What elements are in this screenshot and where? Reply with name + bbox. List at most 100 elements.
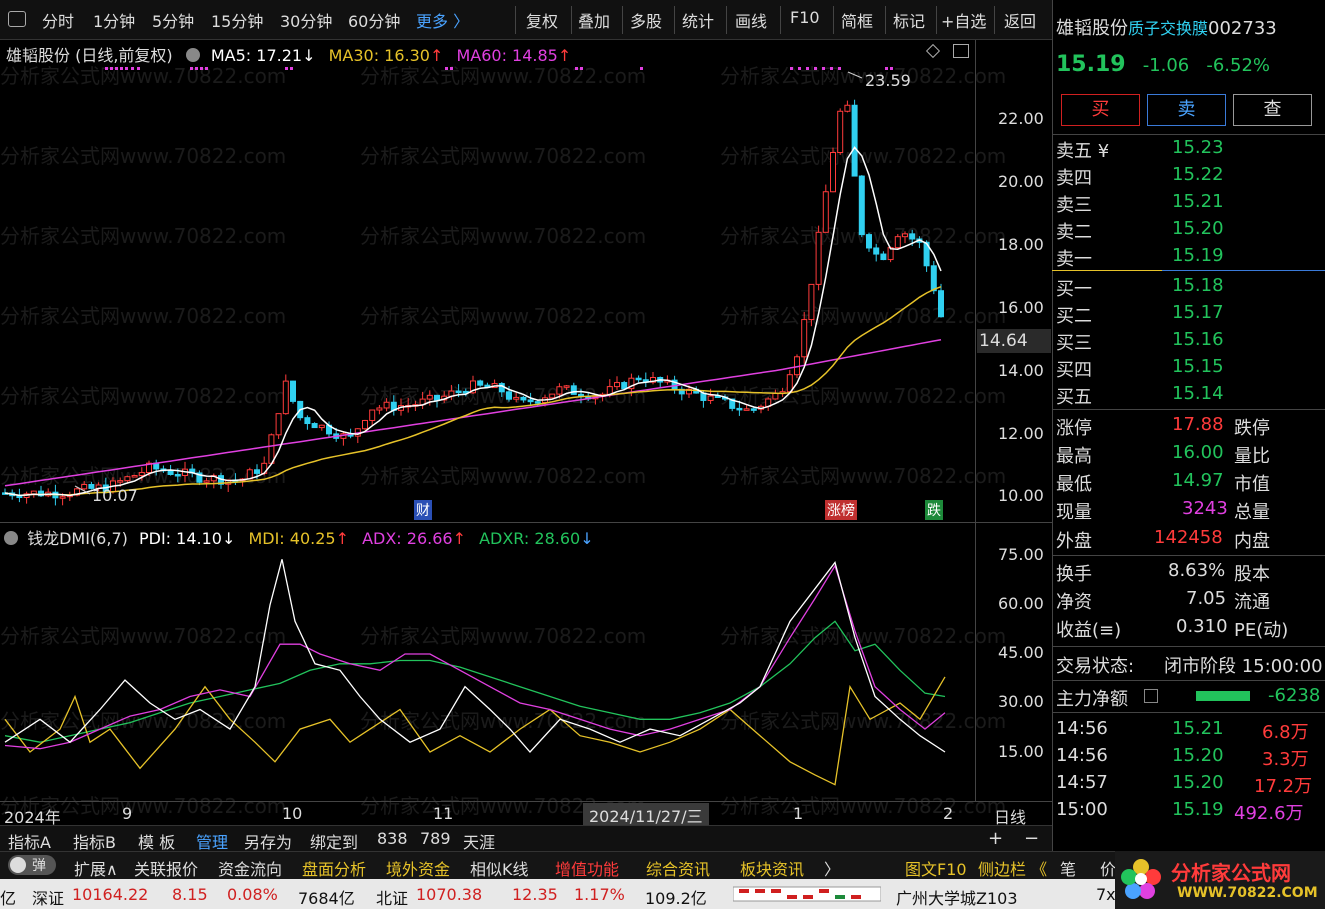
tab-838[interactable]: 838 (377, 829, 408, 848)
nav-capital-flow[interactable]: 资金流向 (218, 856, 282, 880)
marker-financial[interactable]: 财 (414, 500, 432, 520)
candle-body (894, 236, 901, 249)
candle-body (830, 152, 836, 193)
tab-bind-to[interactable]: 绑定到 (310, 829, 358, 853)
sell-button[interactable]: 卖 (1147, 94, 1226, 126)
nav-price[interactable]: 价 (1100, 856, 1116, 880)
divider (1052, 646, 1325, 647)
list-icon[interactable] (1144, 689, 1158, 703)
x-label: 1 (793, 804, 804, 823)
signal-dot (205, 67, 208, 70)
toggle-label: 弹 (32, 858, 46, 874)
f10-button[interactable]: F10 (790, 8, 820, 27)
tab-manage[interactable]: 管理 (196, 829, 228, 853)
nav-f10-graphic[interactable]: 图文F10 (905, 856, 967, 880)
tab-tianya[interactable]: 天涯 (463, 829, 495, 853)
tab-indicator-a[interactable]: 指标A (8, 829, 51, 853)
candle-body (59, 496, 66, 499)
signal-dot (822, 67, 825, 70)
add-watchlist-button[interactable]: +自选 (941, 8, 986, 32)
marker-drop[interactable]: 跌 (925, 500, 943, 520)
y-tick: 60.00 (998, 594, 1044, 613)
nav-note[interactable]: 笔 (1060, 856, 1076, 880)
signal-dot (790, 67, 793, 70)
back-button[interactable]: 返回 (1004, 8, 1036, 32)
y-tick: 16.00 (998, 298, 1044, 317)
panel-toggle-icon[interactable] (8, 11, 26, 27)
signal-dot (885, 67, 888, 70)
tab-15min[interactable]: 15分钟 (211, 8, 263, 32)
nav-expand[interactable]: 扩展∧ (74, 856, 118, 880)
tab-5min[interactable]: 5分钟 (152, 8, 194, 32)
candle-body (290, 380, 296, 402)
candle-body (138, 472, 145, 477)
sz-value: 10164.22 (72, 885, 149, 904)
nav-related-quote[interactable]: 关联报价 (134, 856, 198, 880)
nav-foreign-capital[interactable]: 境外资金 (386, 856, 450, 880)
current-price-tag: 14.64 (977, 329, 1051, 353)
ask-price: 15.19 (1172, 245, 1224, 266)
tab-60min[interactable]: 60分钟 (348, 8, 400, 32)
nav-news[interactable]: 综合资讯 (646, 856, 710, 880)
signal-dot (838, 67, 841, 70)
candle-body (124, 476, 131, 482)
bid-label: 买一 (1056, 279, 1092, 300)
bid-label: 买三 (1056, 333, 1092, 354)
y-tick: 10.00 (998, 486, 1044, 505)
nav-sector-news[interactable]: 板块资讯 (740, 856, 804, 880)
bid-price: 15.16 (1172, 329, 1224, 350)
nav-more[interactable]: 〉 (824, 856, 840, 880)
zoom-in-button[interactable]: + (988, 828, 1003, 849)
candle-body (254, 469, 260, 474)
x-axis: 2024年 9 10 11 2024/11/27/三 1 2 日线 (0, 801, 1052, 827)
tab-fenshi[interactable]: 分时 (42, 8, 74, 32)
bz-value: 1070.38 (416, 885, 483, 904)
simple-frame-button[interactable]: 简框 (841, 8, 873, 32)
overlay-button[interactable]: 叠加 (578, 8, 610, 32)
nav-similar-k[interactable]: 相似K线 (470, 856, 529, 880)
sz-pct: 0.08% (227, 885, 278, 904)
stats-button[interactable]: 统计 (682, 8, 714, 32)
zoom-out-button[interactable]: − (1024, 828, 1039, 849)
signal-dot (640, 67, 643, 70)
tab-1min[interactable]: 1分钟 (93, 8, 135, 32)
marker-limit-up[interactable]: 涨榜 (825, 500, 857, 520)
nav-market-analysis[interactable]: 盘面分析 (302, 856, 366, 880)
concept-tag[interactable]: 质子交换膜 (1128, 19, 1208, 38)
candle-body (268, 434, 275, 464)
signal-dot (125, 67, 128, 70)
signal-dot (798, 67, 801, 70)
flower-logo-icon (1121, 859, 1161, 899)
signal-dot (137, 67, 140, 70)
tab-template[interactable]: 模 板 (138, 829, 175, 853)
candle-body (506, 391, 512, 400)
popup-toggle[interactable]: 弹 (8, 855, 56, 875)
tab-30min[interactable]: 30分钟 (280, 8, 332, 32)
mark-button[interactable]: 标记 (893, 8, 925, 32)
nav-sidebar[interactable]: 侧边栏 《 (978, 856, 1047, 880)
tab-save-as[interactable]: 另存为 (244, 829, 292, 853)
draw-line-button[interactable]: 画线 (735, 8, 767, 32)
y-tick: 30.00 (998, 692, 1044, 711)
candle-body (880, 253, 887, 261)
candlestick-chart[interactable] (0, 40, 975, 522)
signal-dots (105, 67, 893, 70)
signal-dot (806, 67, 809, 70)
dmi-chart[interactable] (0, 540, 975, 800)
tab-indicator-b[interactable]: 指标B (73, 829, 116, 853)
candle-body (866, 234, 872, 249)
nav-value-added[interactable]: 增值功能 (555, 856, 619, 880)
tab-789[interactable]: 789 (420, 829, 451, 848)
candle-body (851, 104, 858, 177)
query-button[interactable]: 查 (1233, 94, 1312, 126)
multi-stock-button[interactable]: 多股 (630, 8, 662, 32)
buy-button[interactable]: 买 (1061, 94, 1140, 126)
ma5-line (4, 146, 942, 497)
fuquan-button[interactable]: 复权 (526, 8, 558, 32)
tab-more[interactable]: 更多 〉 (416, 8, 469, 32)
candle-body (174, 474, 181, 477)
candle-body (614, 382, 620, 388)
candle-body (858, 175, 865, 236)
adx-line (4, 564, 946, 750)
candle-body (815, 231, 822, 285)
